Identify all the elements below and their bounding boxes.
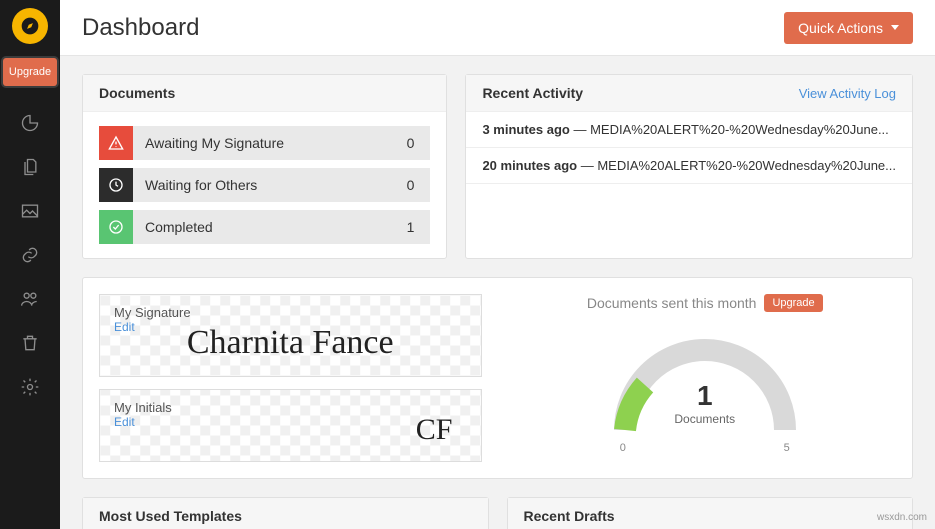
nav-link[interactable] [19, 244, 41, 266]
trash-icon [20, 333, 40, 353]
activity-item[interactable]: 3 minutes ago — MEDIA%20ALERT%20-%20Wedn… [466, 112, 912, 148]
status-waiting[interactable]: Waiting for Others 0 [99, 168, 430, 202]
templates-card: Most Used Templates [82, 497, 489, 529]
status-count: 1 [391, 219, 431, 235]
gauge-unit: Documents [605, 412, 805, 426]
signature-label: My Signature [114, 305, 467, 320]
page-title: Dashboard [82, 14, 199, 42]
status-count: 0 [391, 177, 431, 193]
gauge-upgrade-button[interactable]: Upgrade [764, 294, 822, 312]
usage-gauge: 1 Documents [605, 330, 805, 440]
status-awaiting[interactable]: Awaiting My Signature 0 [99, 126, 430, 160]
app-logo[interactable] [12, 8, 48, 44]
quick-actions-label: Quick Actions [798, 20, 883, 36]
templates-title: Most Used Templates [99, 508, 242, 524]
documents-title: Documents [99, 85, 175, 101]
chevron-down-icon [891, 25, 899, 30]
sidebar: Upgrade [0, 0, 60, 529]
activity-desc: MEDIA%20ALERT%20-%20Wednesday%20June... [590, 122, 889, 137]
status-count: 0 [391, 135, 431, 151]
nav-dashboard[interactable] [19, 112, 41, 134]
activity-item[interactable]: 20 minutes ago — MEDIA%20ALERT%20-%20Wed… [466, 148, 912, 184]
clock-icon [99, 168, 133, 202]
topbar: Dashboard Quick Actions [60, 0, 935, 56]
gauge-min: 0 [620, 442, 626, 454]
signature-usage-card: My Signature Edit Charnita Fance My Init… [82, 277, 913, 479]
gauge-max: 5 [784, 442, 790, 454]
activity-title: Recent Activity [482, 85, 583, 101]
status-completed[interactable]: Completed 1 [99, 210, 430, 244]
drafts-title: Recent Drafts [524, 508, 615, 524]
nav-trash[interactable] [19, 332, 41, 354]
image-icon [20, 201, 40, 221]
my-initials-box: My Initials Edit CF [99, 389, 482, 462]
my-signature-box: My Signature Edit Charnita Fance [99, 294, 482, 377]
documents-card: Documents Awaiting My Signature 0 Waitin… [82, 74, 447, 259]
activity-time: 3 minutes ago [482, 122, 569, 137]
people-icon [20, 289, 40, 309]
quick-actions-button[interactable]: Quick Actions [784, 12, 913, 44]
activity-time: 20 minutes ago [482, 158, 577, 173]
alert-icon [99, 126, 133, 160]
drafts-card: Recent Drafts [507, 497, 914, 529]
activity-card: Recent Activity View Activity Log 3 minu… [465, 74, 913, 259]
pie-icon [20, 113, 40, 133]
initials-preview: CF [114, 413, 467, 447]
activity-desc: MEDIA%20ALERT%20-%20Wednesday%20June... [597, 158, 896, 173]
nav-team[interactable] [19, 288, 41, 310]
status-label: Waiting for Others [133, 177, 391, 193]
nav-gallery[interactable] [19, 200, 41, 222]
status-label: Awaiting My Signature [133, 135, 391, 151]
view-activity-link[interactable]: View Activity Log [799, 86, 896, 101]
docs-icon [20, 157, 40, 177]
upgrade-button[interactable]: Upgrade [3, 58, 57, 86]
watermark: wsxdn.com [877, 512, 927, 523]
nav-documents[interactable] [19, 156, 41, 178]
check-icon [99, 210, 133, 244]
gauge-value: 1 [605, 380, 805, 412]
gauge-caption: Documents sent this month [587, 295, 757, 311]
compass-icon [20, 16, 40, 36]
gear-icon [20, 377, 40, 397]
link-icon [20, 245, 40, 265]
nav-settings[interactable] [19, 376, 41, 398]
status-label: Completed [133, 219, 391, 235]
signature-preview: Charnita Fance [114, 324, 467, 362]
